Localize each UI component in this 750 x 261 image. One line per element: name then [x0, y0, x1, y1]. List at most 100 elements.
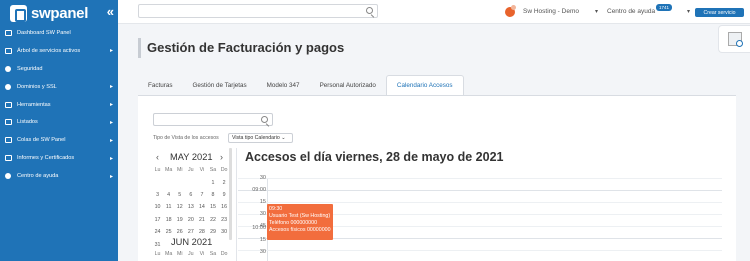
day-view-title: Accesos el día viernes, 28 de mayo de 20…: [245, 150, 504, 164]
collapse-sidebar-icon[interactable]: «: [107, 4, 114, 19]
calendar-day[interactable]: 3: [152, 192, 163, 198]
calendar-day[interactable]: 19: [174, 217, 185, 223]
calendar-day[interactable]: 25: [163, 229, 174, 235]
sidebar-item-label: Árbol de servicios activos: [17, 47, 81, 54]
calendar-week: 3456789: [152, 189, 230, 201]
search-icon[interactable]: [366, 7, 373, 14]
help-count-badge: 1741: [656, 4, 673, 11]
calendar-day[interactable]: 4: [163, 192, 174, 198]
weekday-label: Ju: [188, 167, 194, 174]
timeline-label: 30: [259, 175, 266, 181]
weekday-label: Mi: [176, 251, 183, 258]
timeline-label: 15: [259, 199, 266, 205]
page-title: Gestión de Facturación y pagos: [147, 40, 345, 55]
calendar-day[interactable]: 27: [185, 229, 196, 235]
calendar-day[interactable]: 14: [196, 204, 207, 210]
access-event[interactable]: 09:30 Usuario Test (Sw Hosting) Teléfono…: [267, 204, 333, 240]
sidebar-item-queues[interactable]: Colas de SW Panel ▸: [0, 131, 118, 149]
weekday-label: Sa: [209, 251, 217, 258]
calendar-day[interactable]: 20: [185, 217, 196, 223]
sidebar-item-tools[interactable]: Herramientas ▸: [0, 96, 118, 114]
day-view-divider: [236, 148, 237, 261]
calendar-day[interactable]: 22: [207, 217, 218, 223]
weekday-label: Lu: [154, 167, 161, 174]
sidebar-item-label: Seguridad: [17, 65, 43, 72]
tab-invoices[interactable]: Facturas: [138, 75, 183, 95]
calendar-day[interactable]: 16: [219, 204, 230, 210]
access-search-input[interactable]: [153, 113, 273, 126]
sidebar-item-dashboard[interactable]: Dashboard SW Panel: [0, 24, 118, 42]
calendar-day[interactable]: 29: [207, 229, 218, 235]
global-search-input[interactable]: [138, 4, 378, 18]
new-service-button[interactable]: Crear servicio: [695, 8, 744, 17]
search-icon[interactable]: [261, 116, 268, 123]
mini-calendar-month-2: JUN 2021: [171, 237, 213, 247]
chevron-down-icon[interactable]: ▾: [595, 8, 598, 15]
chevron-right-icon: ▸: [109, 84, 113, 91]
calendar-day[interactable]: 1: [207, 180, 218, 186]
weekday-label: Vi: [199, 167, 205, 174]
weekday-header: Lu Ma Mi Ju Vi Sa Do: [152, 164, 230, 176]
sidebar-item-reports[interactable]: Informes y Certificados ▸: [0, 149, 118, 167]
calendar-day[interactable]: 7: [196, 192, 207, 198]
calendar-day[interactable]: 5: [174, 192, 185, 198]
sidebar-item-lists[interactable]: Listados ▸: [0, 113, 118, 131]
help-center-menu[interactable]: Centro de ayuda: [607, 8, 655, 15]
mini-calendar-jun: Lu Ma Mi Ju Vi Sa Do: [152, 248, 230, 260]
calendar-day[interactable]: 17: [152, 217, 163, 223]
calendar-day[interactable]: 23: [219, 217, 230, 223]
account-menu[interactable]: Sw Hosting - Demo: [523, 8, 579, 15]
calendar-day[interactable]: 9: [219, 192, 230, 198]
calendar-day[interactable]: 28: [196, 229, 207, 235]
mini-calendar-scrollbar[interactable]: [229, 148, 232, 240]
tab-bar: Facturas Gestión de Tarjetas Modelo 347 …: [138, 75, 464, 95]
weekday-label: Ma: [164, 167, 173, 174]
sidebar-item-domains[interactable]: Dominios y SSL ▸: [0, 78, 118, 96]
calendar-day[interactable]: 2: [219, 180, 230, 186]
sidebar-item-security[interactable]: Seguridad: [0, 60, 118, 78]
shield-icon: [3, 65, 13, 73]
sidebar-item-help[interactable]: Centro de ayuda ▸: [0, 167, 118, 185]
sidebar-item-service-tree[interactable]: Árbol de servicios activos ▸: [0, 42, 118, 60]
calendar-day[interactable]: 24: [152, 229, 163, 235]
chevron-right-icon: ▸: [109, 155, 113, 162]
calendar-day[interactable]: 31: [152, 242, 163, 248]
sidebar-item-label: Colas de SW Panel: [17, 137, 66, 144]
calendar-day[interactable]: 18: [163, 217, 174, 223]
event-access: Accesos físicos 00000000: [269, 227, 331, 233]
calendar-day[interactable]: 15: [207, 204, 218, 210]
swpanel-logo-icon: [10, 4, 27, 22]
tab-model-347[interactable]: Modelo 347: [257, 75, 310, 95]
weekday-label: Do: [220, 167, 228, 174]
side-panel-toggle[interactable]: [718, 25, 750, 53]
calendar-day[interactable]: 10: [152, 204, 163, 210]
brand-logo[interactable]: swpanel: [10, 3, 88, 23]
document-search-icon: [727, 32, 743, 47]
calendar-day[interactable]: 30: [219, 229, 230, 235]
tab-cards[interactable]: Gestión de Tarjetas: [183, 75, 257, 95]
tab-access-calendar[interactable]: Calendario Accesos: [385, 75, 464, 95]
tab-authorized-staff[interactable]: Personal Autorizado: [310, 75, 386, 95]
calendar-day[interactable]: 6: [185, 192, 196, 198]
weekday-label: Mi: [176, 167, 183, 174]
chevron-down-icon[interactable]: ▾: [687, 8, 690, 15]
report-icon: [3, 154, 13, 162]
calendar-day[interactable]: 26: [174, 229, 185, 235]
calendar-day[interactable]: 11: [163, 204, 174, 210]
view-type-select[interactable]: Vista tipo Calendario ⌄: [228, 133, 293, 143]
prev-month-button[interactable]: ‹: [156, 152, 159, 162]
weekday-label: Lu: [154, 251, 161, 258]
timeline-label: 09:00: [252, 187, 266, 193]
calendar-day[interactable]: 12: [174, 204, 185, 210]
sidebar-item-label: Listados: [17, 119, 38, 126]
calendar-day[interactable]: 21: [196, 217, 207, 223]
sidebar-item-label: Centro de ayuda: [17, 173, 59, 180]
layers-icon: [3, 136, 13, 144]
weekday-label: Ju: [188, 251, 194, 258]
calendar-day[interactable]: 13: [185, 204, 196, 210]
sidebar-item-label: Dashboard SW Panel: [17, 29, 71, 36]
hosting-logo-icon: [505, 5, 517, 17]
next-month-button[interactable]: ›: [220, 152, 223, 162]
calendar-day[interactable]: 8: [207, 192, 218, 198]
sidebar-item-label: Dominios y SSL: [17, 83, 57, 90]
